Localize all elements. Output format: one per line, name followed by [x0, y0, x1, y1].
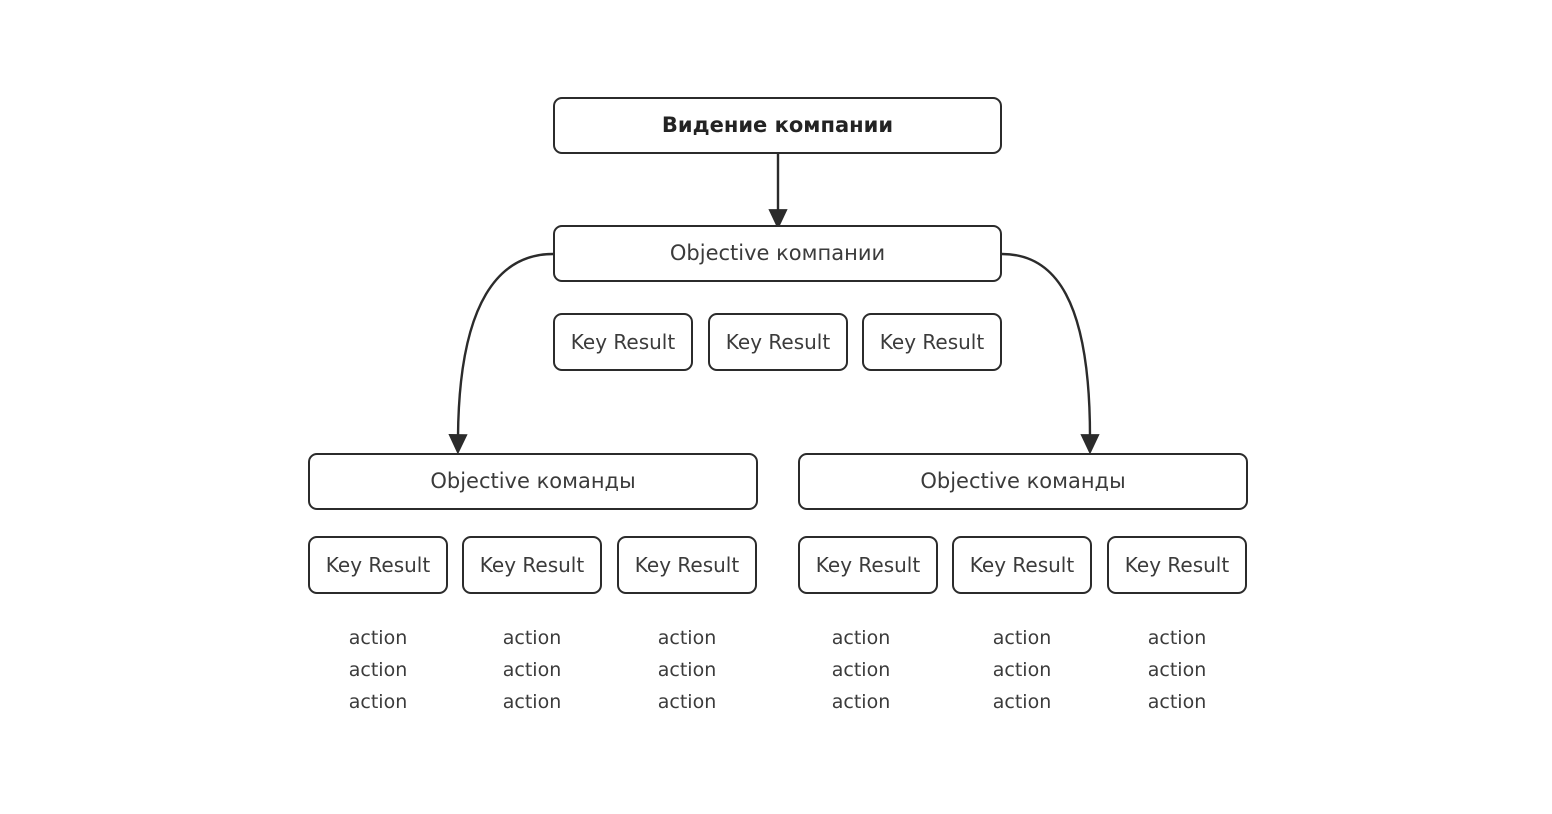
team-1-objective-label: Objective команды: [430, 468, 636, 493]
team-2-kr-3-action-1: action: [1147, 627, 1207, 649]
team-2-kr-2-action-2: action: [992, 659, 1052, 681]
team-1-kr-1-action-2: action: [348, 659, 408, 681]
team-1-key-result-2-label: Key Result: [479, 553, 585, 577]
company-key-result-3-label: Key Result: [879, 330, 985, 354]
team-1-kr-3-action-3: action: [657, 691, 717, 713]
company-key-result-1-label: Key Result: [570, 330, 676, 354]
node-company-key-result-2[interactable]: Key Result: [708, 313, 848, 371]
team-2-kr-1-action-1: action: [831, 627, 891, 649]
team-1-kr-2-action-3: action: [502, 691, 562, 713]
node-team-2-objective[interactable]: Objective команды: [798, 453, 1248, 510]
company-key-result-2-label: Key Result: [725, 330, 831, 354]
node-team-1-key-result-2[interactable]: Key Result: [462, 536, 602, 594]
node-team-2-key-result-2[interactable]: Key Result: [952, 536, 1092, 594]
team-1-kr-3-action-2: action: [657, 659, 717, 681]
team-2-key-result-1-label: Key Result: [815, 553, 921, 577]
team-1-kr-1-action-3: action: [348, 691, 408, 713]
team-1-key-result-3-label: Key Result: [634, 553, 740, 577]
node-team-2-key-result-3[interactable]: Key Result: [1107, 536, 1247, 594]
node-team-1-objective[interactable]: Objective команды: [308, 453, 758, 510]
node-company-vision[interactable]: Видение компании: [553, 97, 1002, 154]
node-team-1-key-result-3[interactable]: Key Result: [617, 536, 757, 594]
team-1-kr-2-action-2: action: [502, 659, 562, 681]
node-team-2-key-result-1[interactable]: Key Result: [798, 536, 938, 594]
node-company-key-result-1[interactable]: Key Result: [553, 313, 693, 371]
team-2-kr-2-action-1: action: [992, 627, 1052, 649]
node-company-objective[interactable]: Objective компании: [553, 225, 1002, 282]
connector-company-objective-to-team-right: [1001, 252, 1100, 455]
company-objective-label: Objective компании: [669, 240, 886, 265]
team-2-kr-3-action-2: action: [1147, 659, 1207, 681]
node-company-key-result-3[interactable]: Key Result: [862, 313, 1002, 371]
team-2-kr-2-action-3: action: [992, 691, 1052, 713]
team-2-kr-1-action-2: action: [831, 659, 891, 681]
team-2-objective-label: Objective команды: [920, 468, 1126, 493]
company-vision-label: Видение компании: [661, 112, 894, 137]
team-2-kr-1-action-3: action: [831, 691, 891, 713]
team-2-key-result-3-label: Key Result: [1124, 553, 1230, 577]
team-2-kr-3-action-3: action: [1147, 691, 1207, 713]
team-2-key-result-2-label: Key Result: [969, 553, 1075, 577]
okr-diagram-canvas: Видение компании Objective компании Key …: [0, 0, 1552, 814]
node-team-1-key-result-1[interactable]: Key Result: [308, 536, 448, 594]
connector-company-objective-to-team-left: [448, 252, 554, 455]
team-1-kr-1-action-1: action: [348, 627, 408, 649]
team-1-kr-3-action-1: action: [657, 627, 717, 649]
team-1-key-result-1-label: Key Result: [325, 553, 431, 577]
team-1-kr-2-action-1: action: [502, 627, 562, 649]
